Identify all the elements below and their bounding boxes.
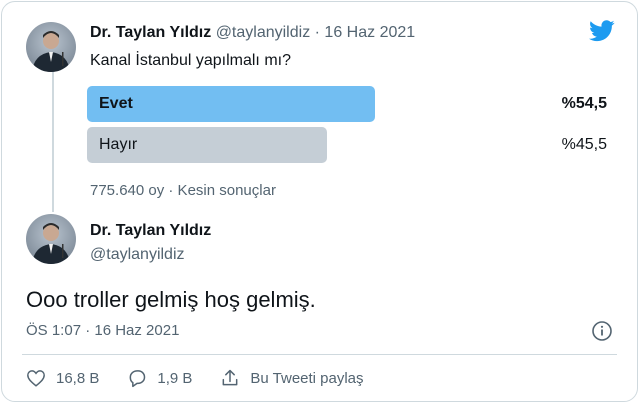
quoted-tweet-header: Dr. Taylan Yıldız @taylanyildiz · 16 Haz…: [90, 24, 415, 42]
poll-option-label: Evet: [99, 95, 133, 112]
avatar[interactable]: [26, 22, 76, 72]
tweet-card: Dr. Taylan Yıldız @taylanyildiz · 16 Haz…: [1, 1, 638, 402]
tweet-date[interactable]: 16 Haz 2021: [324, 24, 415, 41]
reply-icon: [129, 370, 146, 388]
tweet-actions: 16,8 B 1,9 B Bu Tweeti paylaş: [26, 368, 392, 388]
poll-option-hayir: Hayır: [87, 127, 327, 163]
poll-option-label: Hayır: [99, 136, 138, 153]
poll-option-percent: %54,5: [561, 95, 607, 112]
poll-option-percent: %45,5: [561, 136, 607, 153]
reply-button[interactable]: 1,9 B: [127, 368, 192, 388]
twitter-bird-icon[interactable]: [589, 20, 615, 42]
author-name[interactable]: Dr. Taylan Yıldız: [90, 24, 211, 41]
share-label: Bu Tweeti paylaş: [250, 369, 364, 387]
author-handle[interactable]: @taylanyildiz: [216, 24, 311, 41]
like-button[interactable]: 16,8 B: [26, 369, 99, 387]
avatar[interactable]: [26, 214, 76, 264]
poll-question: Kanal İstanbul yapılmalı mı?: [90, 52, 291, 69]
main-tweet-header: Dr. Taylan Yıldız @taylanyildiz: [90, 222, 211, 264]
thread-line: [52, 72, 54, 212]
poll-option-evet: Evet: [87, 86, 375, 122]
author-name[interactable]: Dr. Taylan Yıldız: [90, 222, 211, 239]
tweet-timestamp[interactable]: ÖS 1:07 · 16 Haz 2021: [26, 322, 179, 339]
author-handle[interactable]: @taylanyildiz: [90, 246, 211, 264]
divider: [22, 354, 617, 355]
separator: ·: [314, 24, 320, 41]
poll-footer: 775.640 oy · Kesin sonuçlar: [90, 182, 276, 199]
like-count: 16,8 B: [56, 369, 100, 387]
heart-icon: [27, 370, 45, 387]
share-icon: [222, 369, 238, 386]
tweet-text: Ooo troller gelmiş hoş gelmiş.: [26, 287, 316, 312]
info-icon[interactable]: [591, 320, 613, 342]
reply-count: 1,9 B: [157, 369, 193, 387]
share-button[interactable]: Bu Tweeti paylaş: [220, 368, 364, 388]
